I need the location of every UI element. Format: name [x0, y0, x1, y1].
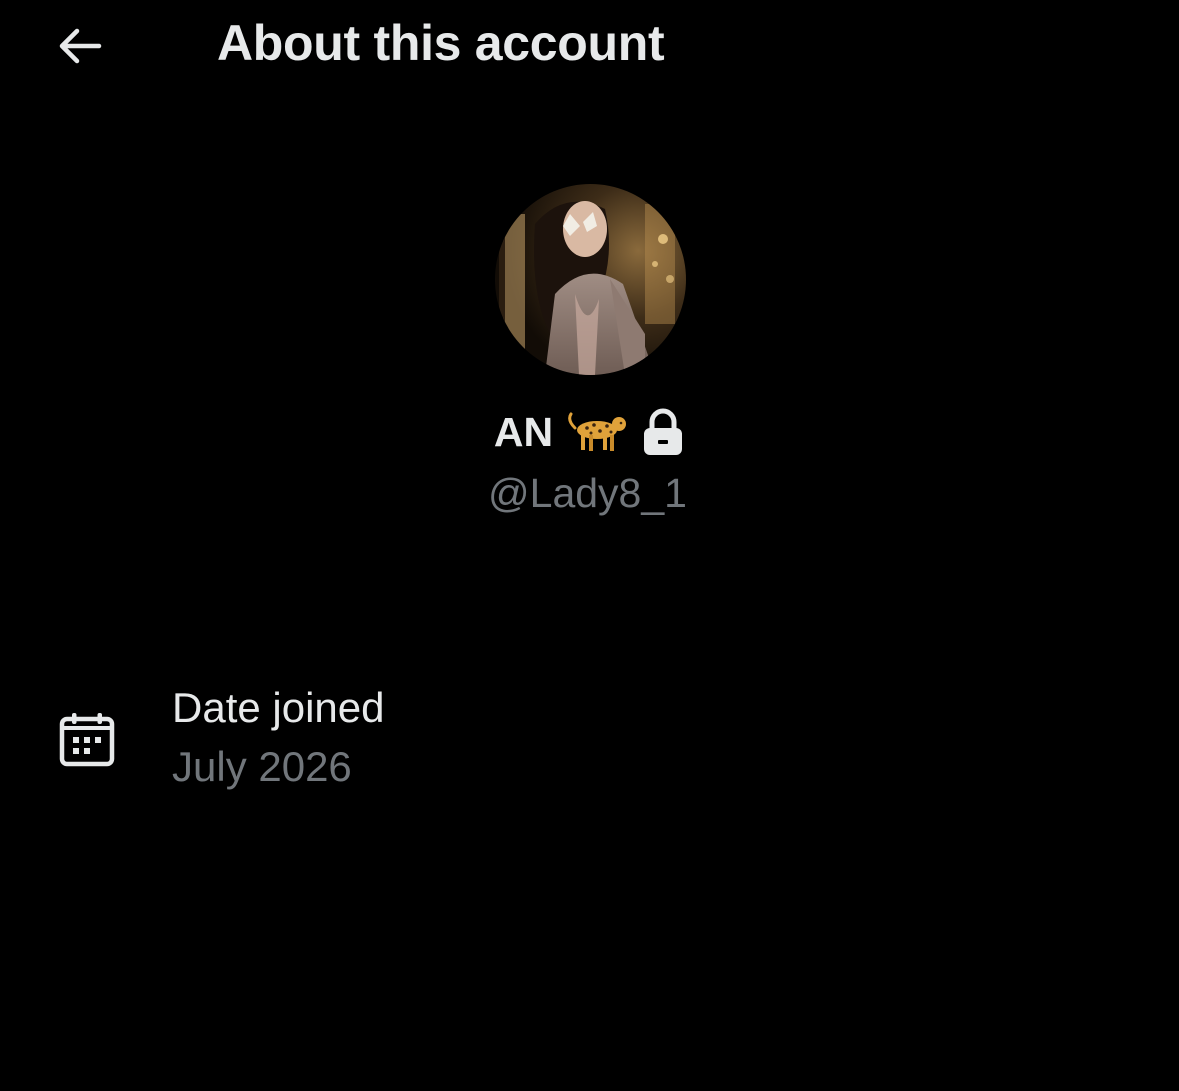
date-joined-value: July 2026 [172, 743, 352, 790]
display-name: AN [493, 408, 554, 455]
leopard-emoji-icon [567, 410, 627, 454]
lock-icon [641, 407, 685, 457]
username: @Lady8_1 [488, 470, 687, 516]
calendar-icon [59, 713, 115, 767]
profile-photo [495, 184, 686, 375]
top-app-bar: About this account [0, 0, 1179, 95]
page-title: About this account [217, 15, 665, 71]
avatar[interactable] [495, 184, 686, 375]
arrow-left-icon [59, 28, 102, 64]
back-button[interactable] [48, 18, 110, 74]
date-joined-label: Date joined [172, 684, 385, 731]
date-joined-row: Date joined July 2026 [0, 680, 1179, 800]
display-name-row: AN [0, 404, 1179, 460]
